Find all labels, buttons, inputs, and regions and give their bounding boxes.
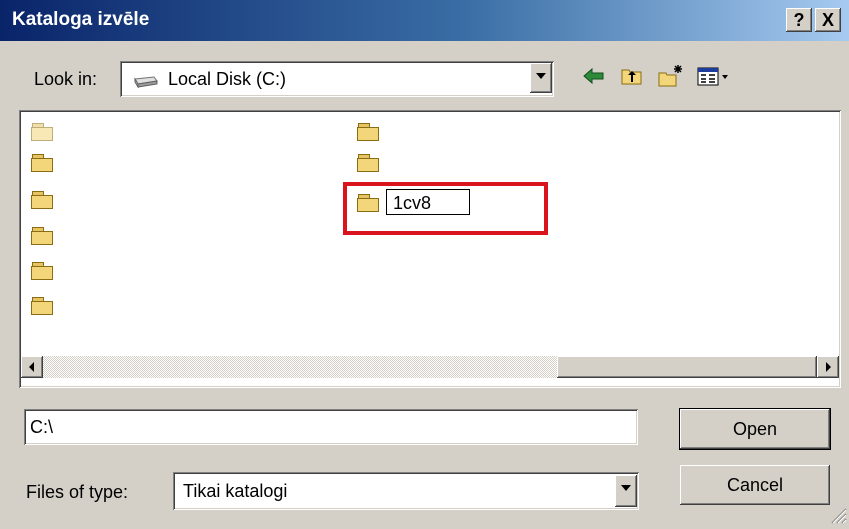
scroll-right-button[interactable] bbox=[817, 356, 839, 378]
folder-icon[interactable] bbox=[31, 262, 53, 280]
files-of-type-label: Files of type: bbox=[26, 482, 129, 502]
folder-icon[interactable] bbox=[31, 297, 53, 315]
folder-icon[interactable] bbox=[31, 227, 53, 245]
scroll-left-button[interactable] bbox=[21, 356, 43, 378]
look-in-value: Local Disk (C:) bbox=[168, 69, 287, 89]
files-of-type-dropdown-arrow[interactable] bbox=[615, 475, 637, 507]
up-folder-icon[interactable] bbox=[620, 64, 644, 88]
open-button[interactable]: Open bbox=[679, 408, 831, 450]
folder-icon[interactable] bbox=[357, 123, 379, 141]
folder-icon[interactable] bbox=[31, 123, 53, 141]
new-folder-icon[interactable] bbox=[658, 64, 682, 88]
look-in-label: Look in: bbox=[34, 69, 98, 89]
folder-icon[interactable] bbox=[31, 154, 53, 172]
folder-icon[interactable] bbox=[31, 191, 53, 209]
filename-input[interactable]: C:\ bbox=[24, 409, 638, 445]
highlight-annotation bbox=[343, 182, 548, 235]
dialog-title: Kataloga izvēle bbox=[12, 9, 150, 30]
files-of-type-combo[interactable]: Tikai katalogi bbox=[173, 472, 639, 510]
file-list[interactable] bbox=[19, 110, 841, 388]
folder-icon[interactable] bbox=[357, 154, 379, 172]
cancel-button[interactable]: Cancel bbox=[680, 465, 830, 505]
resize-grip[interactable] bbox=[829, 506, 847, 524]
look-in-dropdown-arrow[interactable] bbox=[530, 63, 552, 93]
hard-disk-icon bbox=[132, 72, 158, 89]
title-bar: Kataloga izvēle ? X bbox=[0, 0, 849, 41]
help-button[interactable]: ? bbox=[786, 8, 812, 32]
files-of-type-value: Tikai katalogi bbox=[183, 481, 288, 501]
back-arrow-icon[interactable] bbox=[582, 64, 606, 88]
close-button[interactable]: X bbox=[815, 8, 841, 32]
horizontal-scroll-thumb[interactable] bbox=[557, 356, 817, 378]
view-menu-icon[interactable] bbox=[697, 64, 731, 88]
filename-value: C:\ bbox=[30, 417, 54, 437]
look-in-combo[interactable]: Local Disk (C:) bbox=[120, 61, 554, 97]
